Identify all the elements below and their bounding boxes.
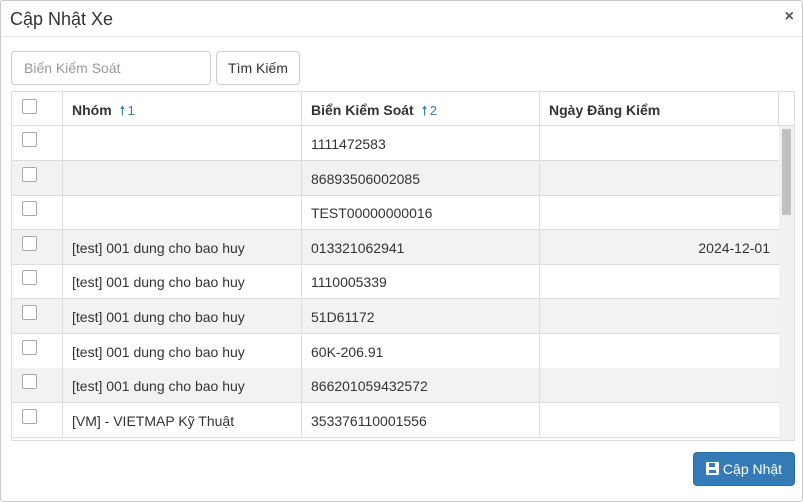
header-select-all-cell [12,92,63,126]
header-inspection-date-label: Ngày Đăng Kiểm [549,102,661,118]
header-inspection-date[interactable]: Ngày Đăng Kiểm [540,92,779,126]
table-row[interactable]: [test] 001 dung cho bao huy 60K-206.91 [12,333,779,369]
dialog-header: Cập Nhật Xe × [1,1,802,37]
row-checkbox[interactable] [22,235,37,251]
header-group-label: Nhóm [72,102,112,118]
row-checkbox[interactable] [22,166,37,182]
cell-plate: TEST00000000016 [302,195,540,231]
row-select-cell [12,299,63,334]
table-row[interactable]: [test] 001 dung cho bao huy 51D61172 [12,299,779,334]
vertical-scrollbar[interactable] [779,126,794,440]
cell-plate: 1111472583 [302,126,540,161]
cell-plate: 86893506002085 [302,160,540,196]
grid-header: Nhóm 🠕 1 Biển Kiểm Soát 🠕 2 Ngày Đăng Kiểm [12,92,794,126]
cell-inspection-date [540,334,779,369]
row-checkbox[interactable] [22,132,37,147]
cell-inspection-date: 2024-12-01 [698,239,770,256]
sort-order-group: 1 [127,103,135,118]
cell-inspection-date [540,264,779,299]
table-row[interactable]: 86893506002085 [12,160,779,196]
select-all-checkbox[interactable] [22,99,37,114]
cell-inspection-date [540,195,779,230]
table-row[interactable]: [test] 001 dung cho bao huy 1110005339 [12,264,779,300]
cell-inspection-date [540,161,779,196]
cell-group: [test] 001 dung cho bao huy [63,229,302,265]
cell-inspection-date [540,299,779,334]
close-icon[interactable]: × [785,9,794,25]
row-select-cell [12,368,63,404]
table-row[interactable]: TEST00000000016 [12,195,779,231]
cell-inspection-date [540,403,779,438]
row-select-cell [12,160,63,196]
update-vehicle-dialog: Cập Nhật Xe × Tìm Kiếm Nhóm 🠕1 Biển Kiểm … [0,0,803,502]
row-checkbox[interactable] [22,305,37,320]
row-checkbox[interactable] [22,374,37,390]
cell-group: [VM] - VIETMAP Kỹ Thuật [63,402,302,438]
cell-group [63,126,302,161]
header-group[interactable]: Nhóm 🠕 1 [63,92,302,126]
row-select-cell [12,126,63,161]
row-checkbox[interactable] [22,339,37,355]
row-checkbox[interactable] [22,270,37,286]
row-select-cell [12,402,63,438]
row-select-cell [12,229,63,265]
plate-search-input[interactable] [11,51,211,85]
table-row[interactable]: [test] 001 dung cho bao huy 8662010594325… [12,368,779,404]
cell-plate: 866201059432572 [302,368,540,404]
sort-asc-icon: 🠕 1 [119,103,135,118]
sort-asc-icon: 🠕 2 [421,103,437,118]
cell-group: [test] 001 dung cho bao huy [63,264,302,300]
row-select-cell [12,264,63,300]
cell-plate: 51D61172 [302,299,540,334]
scrollbar-thumb[interactable] [782,129,791,215]
table-row[interactable]: [VM] - VIETMAP Kỹ Thuật 353376110001556 [12,402,779,438]
row-checkbox[interactable] [22,201,37,217]
row-select-cell [12,333,63,369]
cell-plate: 1110005339 [302,264,540,300]
header-plate[interactable]: Biển Kiểm Soát 🠕 2 [302,92,540,126]
cell-group [63,160,302,196]
cell-inspection-date [540,368,779,403]
row-checkbox[interactable] [22,408,37,424]
header-plate-label: Biển Kiểm Soát [311,102,414,118]
floppy-disk-icon [705,462,719,475]
grid-body: 1111472583 86893506002085 TEST00000000016[… [12,126,779,440]
cell-plate: 353376110001556 [302,402,540,438]
dialog-title: Cập Nhật Xe [10,9,114,29]
vehicle-grid: Nhóm 🠕 1 Biển Kiểm Soát 🠕 2 Ngày Đăng Kiểm 1… [11,91,795,441]
cell-group [63,195,302,231]
row-select-cell [12,195,63,231]
cell-group: [test] 001 dung cho bao huy [63,299,302,334]
update-button[interactable]: Cập Nhật [693,452,795,486]
cell-group: [test] 001 dung cho bao huy [63,333,302,369]
cell-plate: 013321062941 [302,229,540,265]
cell-inspection-date [540,126,779,161]
cell-plate: 60K-206.91 [302,333,540,369]
update-button-label: Cập Nhật [722,461,783,477]
cell-group: [test] 001 dung cho bao huy [63,368,302,404]
table-row[interactable]: 1111472583 [12,126,779,161]
search-button[interactable]: Tìm Kiếm [216,51,300,85]
sort-order-plate: 2 [429,103,437,118]
table-row[interactable]: [test] 001 dung cho bao huy 013321062941 2… [12,229,779,265]
